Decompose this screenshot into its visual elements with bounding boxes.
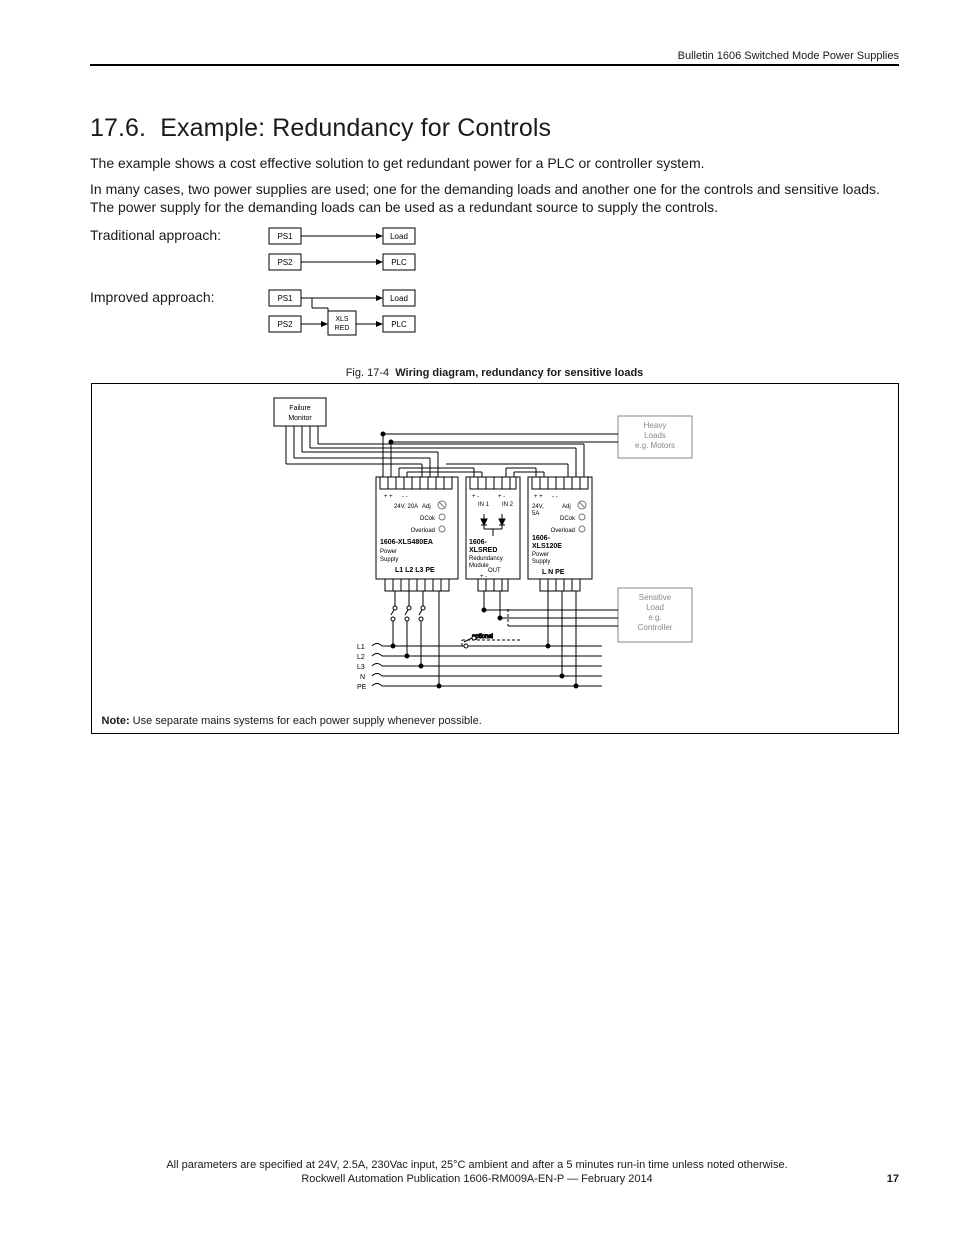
paragraph-1: The example shows a cost effective solut… <box>90 155 899 173</box>
box-xlsred-l2: RED <box>335 325 350 332</box>
svg-text:Power: Power <box>532 552 549 558</box>
paragraph-2: In many cases, two power supplies are us… <box>90 181 899 217</box>
footer-line1: All parameters are specified at 24V, 2.5… <box>0 1159 954 1171</box>
figure-note: Note: Use separate mains systems for eac… <box>102 715 888 727</box>
box-ps1: PS1 <box>277 294 293 303</box>
xlsred-out: OUT <box>488 568 501 574</box>
sensitive-l4: Controller <box>637 623 672 632</box>
box-ps2: PS2 <box>277 258 293 267</box>
box-ps1: PS1 <box>277 232 293 241</box>
out-to-sensitive <box>482 591 618 626</box>
mains-pe: PE <box>357 684 367 691</box>
sensitive-l1: Sensitive <box>638 593 671 602</box>
wiring-diagram-box: Failure Monitor Heavy Loads e.g. Motors … <box>91 383 899 734</box>
sensitive-l2: Load <box>646 603 664 612</box>
mains-l1: L1 <box>357 644 365 651</box>
mains-l2: L2 <box>357 654 365 661</box>
ps480-rating: 24V, 20A <box>394 504 418 510</box>
xlsred-l2: Redundancy <box>469 556 503 562</box>
svg-text:- -: - - <box>552 494 558 500</box>
ps480-overload: Overload <box>410 528 434 534</box>
page-footer: All parameters are specified at 24V, 2.5… <box>0 1159 954 1185</box>
ps480-module: + + - - 24V, 20A Adj DCok Overload 1606-… <box>376 477 458 591</box>
sensitive-l3: e.g. <box>648 613 661 622</box>
box-xlsred-l1: XLS <box>335 316 349 323</box>
svg-text:+ -: + - <box>498 494 505 500</box>
xlsred-module: + - + - IN 1 IN 2 1606- XLSRED Redu <box>466 477 520 591</box>
failure-monitor-l1: Failure <box>289 405 311 412</box>
ps120-rating: 24V, <box>532 504 544 510</box>
improved-diagram: PS1 Load PS2 XLS RED PLC <box>268 287 418 341</box>
xlsred-name-l2: XLSRED <box>469 547 497 554</box>
xlsred-name-l1: 1606- <box>469 539 488 546</box>
svg-text:5A: 5A <box>532 511 539 517</box>
box-plc: PLC <box>391 320 407 329</box>
svg-text:Supply: Supply <box>532 559 550 565</box>
box-load: Load <box>390 294 408 303</box>
box-load: Load <box>390 232 408 241</box>
page-number: 17 <box>887 1173 899 1185</box>
box-ps2: PS2 <box>277 320 293 329</box>
ps120-name-l1: 1606- <box>532 535 551 542</box>
ps480-adj: Adj <box>422 504 431 510</box>
in2-label: IN 2 <box>502 502 514 508</box>
in1-label: IN 1 <box>478 502 490 508</box>
ps120-terminals-label: L N PE <box>542 569 565 576</box>
failure-monitor-l2: Monitor <box>288 415 312 422</box>
heavy-loads-l2: Loads <box>644 431 666 440</box>
heavy-loads-l3: e.g. Motors <box>634 441 674 450</box>
running-header: Bulletin 1606 Switched Mode Power Suppli… <box>90 50 899 62</box>
header-rule <box>90 64 899 66</box>
traditional-diagram: PS1 Load PS2 PLC <box>268 225 418 279</box>
ps120-name-l2: XLS120E <box>532 543 562 550</box>
ps120-adj: Adj <box>562 504 571 510</box>
top-wires <box>286 426 618 477</box>
ps480-dcok: DCok <box>419 516 435 522</box>
svg-text:+ +: + + <box>384 494 393 500</box>
section-title: Example: Redundancy for Controls <box>160 114 551 142</box>
figure-title: Wiring diagram, redundancy for sensitive… <box>395 367 643 379</box>
ps120-overload: Overload <box>550 528 574 534</box>
ps120-module: + + - - 24V, 5A Adj DCok Overload 1606- … <box>528 477 592 591</box>
ps480-l2: Power <box>380 549 397 555</box>
ps480-l3: Supply <box>380 557 398 563</box>
mains-l3: L3 <box>357 664 365 671</box>
note-text: Use separate mains systems for each powe… <box>130 715 482 727</box>
box-plc: PLC <box>391 258 407 267</box>
section-heading: 17.6. Example: Redundancy for Controls <box>90 114 899 143</box>
footer-line2: Rockwell Automation Publication 1606-RM0… <box>301 1173 652 1185</box>
heavy-loads-l1: Heavy <box>643 421 666 430</box>
ps480-terminals-label: L1 L2 L3 PE <box>395 567 435 574</box>
figure-number: Fig. 17-4 <box>346 367 389 379</box>
traditional-label: Traditional approach: <box>90 225 268 243</box>
svg-text:+ -: + - <box>472 494 479 500</box>
svg-text:- -: - - <box>402 494 408 500</box>
mains-n: N <box>360 674 365 681</box>
section-number: 17.6. <box>90 114 146 142</box>
ps120-dcok: DCok <box>559 516 575 522</box>
svg-text:+ +: + + <box>534 494 543 500</box>
note-bold: Note: <box>102 715 130 727</box>
improved-label: Improved approach: <box>90 287 268 305</box>
figure-caption: Fig. 17-4 Wiring diagram, redundancy for… <box>90 367 899 379</box>
ps480-name: 1606-XLS480EA <box>380 539 433 546</box>
wiring-diagram: Failure Monitor Heavy Loads e.g. Motors … <box>102 394 888 704</box>
xlsred-l3: Module <box>469 563 489 569</box>
